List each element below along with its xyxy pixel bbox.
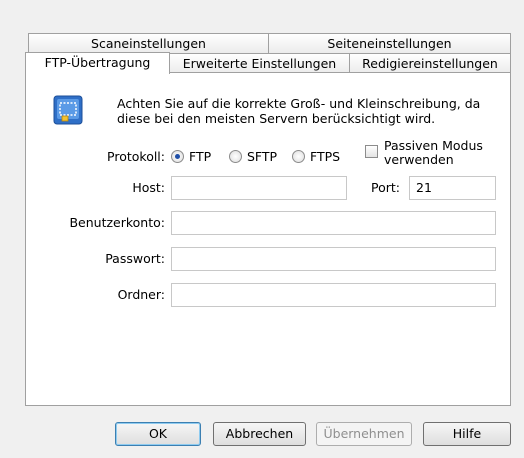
- folder-label: Ordner:: [117, 287, 165, 302]
- port-label: Port:: [371, 180, 400, 195]
- protocol-radio-sftp[interactable]: [229, 150, 242, 163]
- ok-button[interactable]: OK: [115, 422, 201, 446]
- help-button[interactable]: Hilfe: [423, 422, 511, 446]
- folder-input[interactable]: [171, 283, 496, 307]
- apply-button[interactable]: Übernehmen: [316, 422, 412, 446]
- account-input[interactable]: [171, 211, 496, 235]
- tab-seiteneinstellungen[interactable]: Seiteneinstellungen: [268, 33, 511, 53]
- ftp-settings-dialog: Scaneinstellungen Seiteneinstellungen FT…: [0, 0, 524, 458]
- passive-mode-checkbox[interactable]: [365, 145, 378, 158]
- protocol-radio-ftp[interactable]: [171, 150, 184, 163]
- port-input[interactable]: 21: [409, 176, 496, 200]
- cancel-button[interactable]: Abbrechen: [213, 422, 306, 446]
- password-label: Passwort:: [105, 251, 165, 266]
- protocol-sftp-label: SFTP: [247, 149, 278, 164]
- tab-erweiterte-einstellungen[interactable]: Erweiterte Einstellungen: [169, 53, 350, 73]
- host-label: Host:: [132, 180, 165, 195]
- protocol-ftps-label: FTPS: [310, 149, 341, 164]
- protocol-radio-ftps[interactable]: [292, 150, 305, 163]
- password-input[interactable]: [171, 247, 496, 271]
- ftp-info-icon: [53, 95, 83, 125]
- protocol-label: Protokoll:: [107, 149, 165, 164]
- tab-redigiereinstellungen[interactable]: Redigiereinstellungen: [349, 53, 511, 73]
- tab-ftp-uebertragung[interactable]: FTP-Übertragung: [25, 52, 170, 74]
- passive-mode-label: Passiven Modus verwenden: [384, 138, 483, 167]
- case-sensitivity-note: Achten Sie auf die korrekte Groß- und Kl…: [117, 96, 481, 126]
- protocol-ftp-label: FTP: [189, 149, 212, 164]
- host-input[interactable]: [171, 176, 347, 200]
- account-label: Benutzerkonto:: [69, 215, 165, 230]
- tab-scaneinstellungen[interactable]: Scaneinstellungen: [28, 33, 269, 53]
